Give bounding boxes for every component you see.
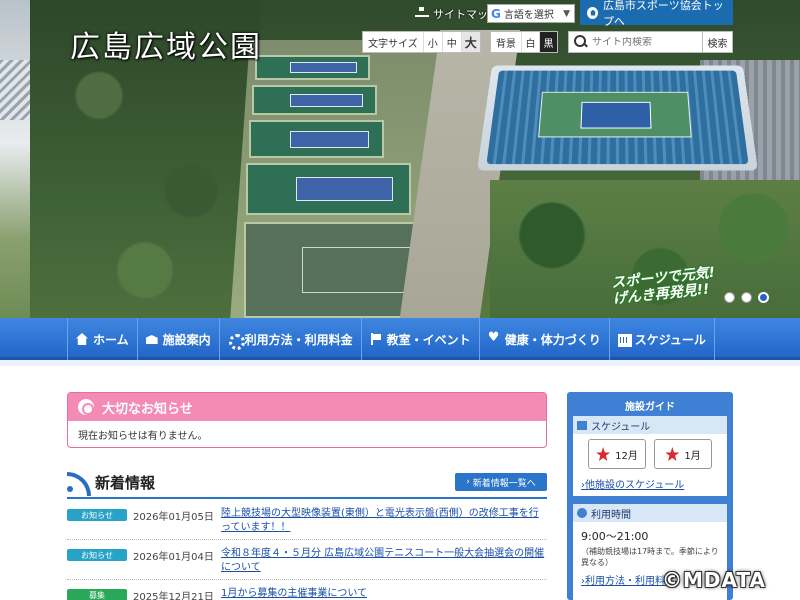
rss-icon [67,472,91,496]
tennis-court [249,120,384,158]
sitemap-icon [415,7,429,21]
tennis-court [252,85,377,115]
nav-health[interactable]: 健康・体力づくり [478,318,609,360]
other-schedule-link[interactable]: 他施設のスケジュール [573,474,727,497]
bg-white-button[interactable]: 白 [521,32,539,52]
notice-body: 現在お知らせは有りません。 [78,431,208,442]
schedule-december-button[interactable]: 12月 [588,439,646,469]
font-size-medium[interactable]: 中 [441,32,461,52]
slider-dot[interactable] [741,292,752,303]
tennis-stadium [477,65,758,171]
site-title[interactable]: 広島広域公園 [70,22,262,66]
schedule-heading: スケジュール [573,416,727,434]
pdf-icon [665,447,679,461]
news-header: 新着情報 › 新着情報一覧へ [67,468,547,496]
chevron-down-icon: ▼ [563,8,570,19]
site-search: 検索 [568,31,733,53]
schedule-pdf-buttons: 12月 1月 [573,434,727,474]
news-title: 新着情報 [95,473,156,492]
hours-heading: 利用時間 [573,504,727,522]
search-input[interactable] [590,36,700,48]
news-date: 2026年01月05日 [133,512,214,523]
nav-classes-events[interactable]: 教室・イベント [360,318,479,360]
nav-shadow-band [0,360,800,366]
watermark: ©MDATA [662,568,766,592]
news-date: 2026年01月04日 [133,552,214,563]
google-icon: G [491,6,501,21]
slider-dot[interactable] [724,292,735,303]
nav-usage-fees[interactable]: 利用方法・利用料金 [218,318,361,360]
calendar-icon [577,420,587,430]
slider-dots [724,292,769,303]
font-size-switcher: 文字サイズ 小 中 大 [362,31,481,53]
slider-dot-active[interactable] [758,292,769,303]
news-item: 募集 2025年12月21日 1月から募集の主催事業について [67,580,547,600]
news-link[interactable]: 1月から募集の主催事業について [217,587,547,600]
hours-time: 9:00～21:00 [581,530,649,543]
home-icon [587,6,598,19]
clock-icon [577,508,587,518]
news-list-button[interactable]: › 新着情報一覧へ [455,473,547,491]
tennis-court [255,55,370,80]
nav-home[interactable]: ホーム [67,318,137,360]
news-tag: お知らせ [67,509,127,521]
language-select[interactable]: G 言語を選択 ▼ [487,4,575,23]
facility-guide-title: 施設ガイド [625,401,675,413]
news-item: お知らせ 2026年01月04日 令和８年度４・５月分 広島広域公園テニスコート… [67,540,547,580]
news-link[interactable]: 令和８年度４・５月分 広島広域公園テニスコート一般大会抽選会の開催について [217,547,547,575]
nav-facilities[interactable]: 施設案内 [136,318,219,360]
news-tag: お知らせ [67,549,127,561]
calendar-icon [617,333,632,347]
news-date: 2025年12月21日 [133,592,214,600]
font-size-small[interactable]: 小 [422,32,442,52]
search-button[interactable]: 検索 [702,32,732,52]
global-nav: ホーム 施設案内 利用方法・利用料金 教室・イベント 健康・体力づくり スケジュ… [0,318,800,360]
schedule-box: スケジュール 12月 1月 他施設のスケジュール [573,416,727,496]
sports-association-link[interactable]: 広島市スポーツ協会トップへ [580,0,733,28]
news-link[interactable]: 陸上競技場の大型映像装置(東側）と電光表示盤(西側）の改修工事を行っています！！ [217,507,547,535]
bg-black-button[interactable]: 黒 [539,32,557,52]
pdf-icon [596,447,610,461]
gear-icon [228,333,245,350]
notice-header: 大切なお知らせ [68,393,546,421]
home-icon [76,333,88,345]
divider [67,497,547,499]
flag-icon [370,333,382,345]
nav-schedule[interactable]: スケジュール [608,318,715,360]
alarm-icon [78,399,94,415]
news-item: お知らせ 2026年01月05日 陸上競技場の大型映像装置(東側）と電光表示盤(… [67,500,547,540]
schedule-january-button[interactable]: 1月 [654,439,712,469]
stadium-edge-photo [0,0,30,318]
important-notice: 大切なお知らせ 現在お知らせは有りません。 [67,392,547,448]
news-tag: 募集 [67,589,127,600]
background-switcher: 背景 白 黒 [490,31,558,53]
search-icon [572,33,590,51]
heart-icon [488,330,500,345]
news-list: お知らせ 2026年01月05日 陸上競技場の大型映像装置(東側）と電光表示盤(… [67,500,547,600]
font-size-large[interactable]: 大 [460,32,480,52]
facility-icon [146,333,158,345]
tennis-court [246,163,411,215]
hours-note: （補助競技場は17時まで。季節により異なる） [581,547,719,567]
